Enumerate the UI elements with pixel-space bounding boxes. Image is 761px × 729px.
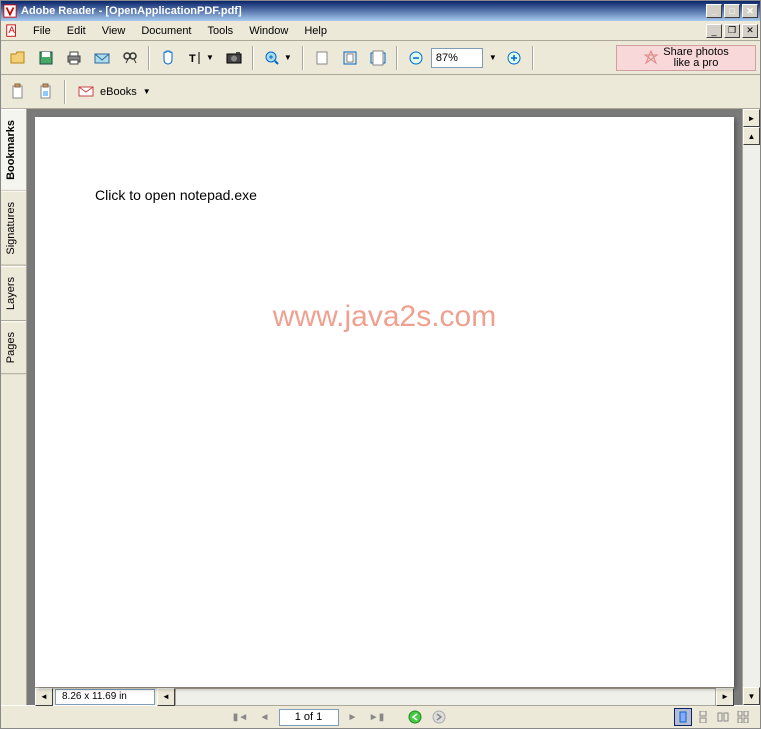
next-page-button[interactable]: ►: [343, 708, 363, 726]
doc-close-button[interactable]: ✕: [742, 24, 758, 38]
menu-document[interactable]: Document: [133, 23, 199, 39]
star-icon: [643, 50, 659, 66]
sidebar-tab-bookmarks[interactable]: Bookmarks: [1, 109, 26, 191]
ebooks-button[interactable]: eBooks ▼: [71, 81, 158, 103]
menu-window[interactable]: Window: [241, 23, 296, 39]
dropdown-arrow-icon: ▼: [143, 87, 151, 96]
zoom-out-button[interactable]: [403, 45, 429, 71]
window-controls: _ □ ✕: [706, 4, 758, 18]
zoom-input[interactable]: [431, 48, 483, 68]
fit-page-button[interactable]: [337, 45, 363, 71]
email-button[interactable]: [89, 45, 115, 71]
sidebar-tab-pages[interactable]: Pages: [1, 321, 26, 374]
first-page-button[interactable]: ▮◄: [231, 708, 251, 726]
status-bar: ▮◄ ◄ ► ►▮: [1, 705, 760, 728]
prev-page-button[interactable]: ◄: [255, 708, 275, 726]
zoom-dropdown[interactable]: ▼: [485, 45, 499, 71]
forward-button[interactable]: [429, 708, 449, 726]
minimize-button[interactable]: _: [706, 4, 722, 18]
save-button[interactable]: [33, 45, 59, 71]
page-dimensions: 8.26 x 11.69 in: [55, 689, 155, 705]
menu-file[interactable]: File: [25, 23, 59, 39]
document-icon: A: [5, 24, 19, 38]
dropdown-arrow-icon: ▼: [206, 53, 214, 62]
dropdown-arrow-icon: ▼: [284, 53, 292, 62]
menu-help[interactable]: Help: [296, 23, 335, 39]
clipboard-image-button[interactable]: [33, 79, 59, 105]
h-scroll-track[interactable]: [175, 688, 716, 706]
scroll-down-button[interactable]: ▼: [743, 687, 760, 705]
close-button[interactable]: ✕: [742, 4, 758, 18]
promo-line1: Share photos: [663, 47, 728, 58]
secondary-toolbar: eBooks ▼: [1, 75, 760, 109]
sidebar-tab-layers[interactable]: Layers: [1, 266, 26, 321]
main-toolbar: T▼ ▼ ▼ Share photos like a pro: [1, 41, 760, 75]
window-title: Adobe Reader - [OpenApplicationPDF.pdf]: [21, 5, 706, 17]
svg-text:A: A: [9, 24, 16, 35]
scroll-right-button[interactable]: ►: [716, 688, 734, 706]
actual-size-button[interactable]: [309, 45, 335, 71]
menu-tools[interactable]: Tools: [200, 23, 242, 39]
maximize-button[interactable]: □: [724, 4, 740, 18]
workspace: Bookmarks Signatures Layers Pages Click …: [1, 109, 760, 705]
menu-bar: A File Edit View Document Tools Window H…: [1, 21, 760, 41]
doc-restore-button[interactable]: ❐: [724, 24, 740, 38]
pdf-page: Click to open notepad.exe www.java2s.com: [35, 117, 734, 687]
doc-minimize-button[interactable]: _: [706, 24, 722, 38]
fit-width-button[interactable]: [365, 45, 391, 71]
continuous-facing-view[interactable]: [734, 708, 752, 726]
promo-line2: like a pro: [663, 58, 728, 69]
clipboard-button[interactable]: [5, 79, 31, 105]
scroll-left-button[interactable]: ◄: [35, 688, 53, 706]
menu-edit[interactable]: Edit: [59, 23, 94, 39]
scroll-up-button[interactable]: ▲: [743, 127, 760, 145]
ebooks-icon: [78, 85, 96, 99]
print-button[interactable]: [61, 45, 87, 71]
sidebar-tab-signatures[interactable]: Signatures: [1, 191, 26, 266]
single-page-view[interactable]: [674, 708, 692, 726]
scroll-left2-button[interactable]: ◄: [157, 688, 175, 706]
menu-view[interactable]: View: [94, 23, 134, 39]
ebooks-label: eBooks: [100, 86, 137, 98]
document-area: Click to open notepad.exe www.java2s.com…: [27, 109, 742, 705]
promo-banner[interactable]: Share photos like a pro: [616, 45, 756, 71]
title-bar: Adobe Reader - [OpenApplicationPDF.pdf] …: [1, 1, 760, 21]
zoom-in-plus-button[interactable]: [501, 45, 527, 71]
last-page-button[interactable]: ►▮: [367, 708, 387, 726]
view-mode-buttons: [674, 708, 752, 726]
facing-view[interactable]: [714, 708, 732, 726]
vertical-scrollbar: ► ▲ ▼: [742, 109, 760, 705]
continuous-view[interactable]: [694, 708, 712, 726]
hand-tool-button[interactable]: [155, 45, 181, 71]
v-scroll-track[interactable]: [743, 145, 760, 687]
watermark: www.java2s.com: [273, 300, 496, 334]
svg-text:T: T: [189, 53, 196, 65]
zoom-in-button[interactable]: ▼: [259, 45, 297, 71]
app-icon: [3, 4, 17, 18]
document-link[interactable]: Click to open notepad.exe: [95, 187, 257, 203]
search-button[interactable]: [117, 45, 143, 71]
open-button[interactable]: [5, 45, 31, 71]
back-button[interactable]: [405, 708, 425, 726]
snapshot-button[interactable]: [221, 45, 247, 71]
scroll-right-toggle[interactable]: ►: [743, 109, 760, 127]
select-text-button[interactable]: T▼: [183, 45, 219, 71]
horizontal-scrollbar: ◄ 8.26 x 11.69 in ◄ ►: [35, 687, 734, 705]
sidebar: Bookmarks Signatures Layers Pages: [1, 109, 27, 705]
page-number-input[interactable]: [279, 709, 339, 726]
